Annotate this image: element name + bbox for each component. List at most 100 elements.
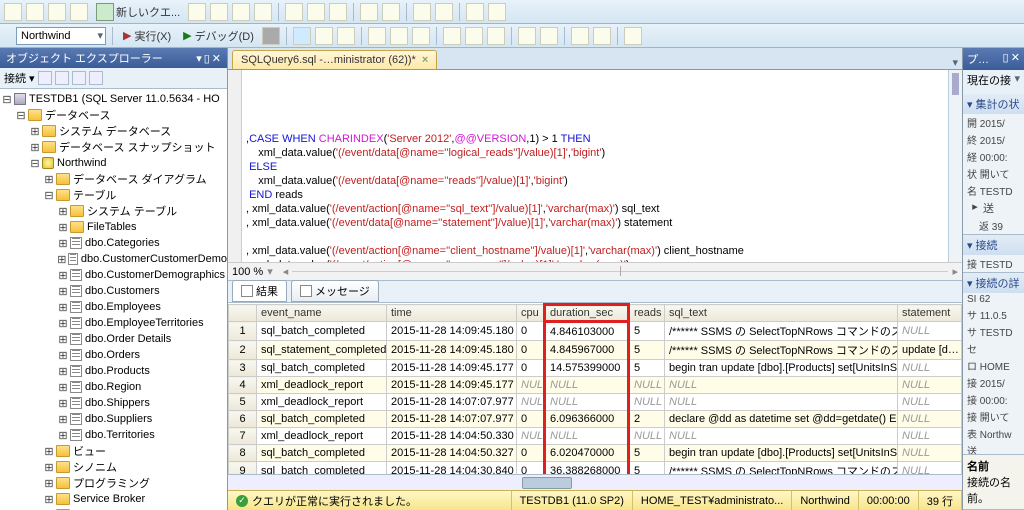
- cell[interactable]: NULL: [545, 394, 629, 411]
- tree-node-northwind[interactable]: Northwind: [57, 157, 107, 169]
- icon-generic[interactable]: [488, 3, 506, 21]
- cell[interactable]: 6.096366000: [545, 411, 629, 428]
- cell[interactable]: NULL: [545, 377, 629, 394]
- tree-node-table[interactable]: dbo.CustomerCustomerDemo: [81, 253, 227, 265]
- expand-icon[interactable]: ⊟: [14, 109, 28, 122]
- cell[interactable]: NULL: [517, 377, 545, 394]
- expand-icon[interactable]: ⊞: [56, 333, 70, 346]
- tree-node[interactable]: Service Broker: [73, 493, 145, 505]
- column-header[interactable]: statement: [898, 305, 962, 322]
- cell[interactable]: 0: [517, 341, 545, 360]
- icon-generic[interactable]: [210, 3, 228, 21]
- close-icon[interactable]: ✕: [1011, 52, 1020, 64]
- expand-icon[interactable]: ⊞: [56, 397, 70, 410]
- tree-node[interactable]: データベース: [45, 107, 110, 123]
- expand-icon[interactable]: ⊞: [42, 445, 56, 458]
- column-header[interactable]: reads: [629, 305, 665, 322]
- icon-generic[interactable]: [48, 3, 66, 21]
- table-row[interactable]: 5xml_deadlock_report2015-11-28 14:07:07.…: [229, 394, 962, 411]
- cell[interactable]: NULL: [665, 428, 898, 445]
- results-grid[interactable]: event_nametimecpuduration_secreadssql_te…: [228, 302, 962, 490]
- cell[interactable]: 7: [229, 428, 257, 445]
- cut-icon[interactable]: [285, 3, 303, 21]
- expand-icon[interactable]: ⊞: [56, 301, 70, 314]
- tree-node[interactable]: FileTables: [87, 221, 137, 233]
- table-row[interactable]: 2sql_statement_completed2015-11-28 14:09…: [229, 341, 962, 360]
- icon-generic[interactable]: [413, 3, 431, 21]
- cell[interactable]: NULL: [629, 394, 665, 411]
- outdent-icon[interactable]: [593, 27, 611, 45]
- cell[interactable]: 3: [229, 360, 257, 377]
- icon-generic[interactable]: [188, 3, 206, 21]
- cell[interactable]: 5: [229, 394, 257, 411]
- copy-icon[interactable]: [307, 3, 325, 21]
- paste-icon[interactable]: [329, 3, 347, 21]
- icon-generic[interactable]: [38, 71, 52, 85]
- close-icon[interactable]: ✕: [212, 52, 221, 65]
- icon-generic[interactable]: [466, 3, 484, 21]
- cell[interactable]: 2015-11-28 14:04:50.330: [387, 428, 517, 445]
- expand-icon[interactable]: ⊟: [0, 93, 14, 106]
- tree-node-table[interactable]: dbo.EmployeeTerritories: [85, 317, 204, 329]
- cell[interactable]: xml_deadlock_report: [257, 428, 387, 445]
- icon-generic[interactable]: [232, 3, 250, 21]
- expand-icon[interactable]: ⊞: [42, 173, 56, 186]
- icon-generic[interactable]: [518, 27, 536, 45]
- chevron-down-icon[interactable]: ▾: [967, 239, 973, 252]
- tree-node[interactable]: ビュー: [73, 443, 106, 459]
- icon-generic[interactable]: [337, 27, 355, 45]
- chevron-down-icon[interactable]: ▾: [967, 277, 973, 290]
- cell[interactable]: update [d…: [898, 341, 962, 360]
- cell[interactable]: NULL: [629, 377, 665, 394]
- cell[interactable]: 2: [629, 411, 665, 428]
- cell[interactable]: 5: [629, 341, 665, 360]
- tree-node-server[interactable]: TESTDB1 (SQL Server 11.0.5634 - HO: [29, 93, 220, 105]
- cell[interactable]: sql_batch_completed: [257, 322, 387, 341]
- tree-node[interactable]: シノニム: [73, 459, 117, 475]
- icon-generic[interactable]: [55, 71, 69, 85]
- tree-node[interactable]: データベース ダイアグラム: [73, 171, 207, 187]
- undo-icon[interactable]: [360, 3, 378, 21]
- table-row[interactable]: 8sql_batch_completed2015-11-28 14:04:50.…: [229, 445, 962, 462]
- indent-icon[interactable]: [571, 27, 589, 45]
- stop-icon[interactable]: [262, 27, 280, 45]
- icon-generic[interactable]: [390, 27, 408, 45]
- icon-generic[interactable]: [315, 27, 333, 45]
- cell[interactable]: NULL: [898, 411, 962, 428]
- expand-icon[interactable]: ⊞: [56, 381, 70, 394]
- tree-node-table[interactable]: dbo.Order Details: [85, 333, 171, 345]
- horizontal-scrollbar[interactable]: [292, 271, 948, 272]
- cell[interactable]: 0: [517, 322, 545, 341]
- column-header[interactable]: [229, 305, 257, 322]
- icon-generic[interactable]: [254, 3, 272, 21]
- icon-generic[interactable]: [624, 27, 642, 45]
- expand-icon[interactable]: ⊟: [42, 189, 56, 202]
- tree-node-table[interactable]: dbo.Shippers: [85, 397, 150, 409]
- cell[interactable]: declare @dd as datetime set @dd=getdate(…: [665, 411, 898, 428]
- tree-node-table[interactable]: dbo.CustomerDemographics: [85, 269, 225, 281]
- pin-icon[interactable]: ▾: [196, 52, 202, 65]
- cell[interactable]: 2: [229, 341, 257, 360]
- cell[interactable]: 2015-11-28 14:07:07.977: [387, 394, 517, 411]
- execute-button[interactable]: ▶ 実行(X): [119, 28, 175, 44]
- pin-icon[interactable]: ▯: [204, 52, 210, 65]
- tree-node[interactable]: システム データベース: [59, 123, 171, 139]
- expand-icon[interactable]: ⊞: [56, 269, 70, 282]
- tree-node-table[interactable]: dbo.Territories: [85, 429, 155, 441]
- table-row[interactable]: 7xml_deadlock_report2015-11-28 14:04:50.…: [229, 428, 962, 445]
- cell[interactable]: 1: [229, 322, 257, 341]
- pin-icon[interactable]: ▯: [1002, 52, 1008, 64]
- icon-generic[interactable]: [443, 27, 461, 45]
- expand-icon[interactable]: ⊞: [56, 349, 70, 362]
- horizontal-scrollbar[interactable]: [228, 474, 962, 490]
- expand-icon[interactable]: ⊞: [56, 253, 68, 266]
- cell[interactable]: 5: [629, 445, 665, 462]
- tree-node-table[interactable]: dbo.Customers: [85, 285, 160, 297]
- cell[interactable]: NULL: [898, 360, 962, 377]
- icon-generic[interactable]: [412, 27, 430, 45]
- tree-node[interactable]: テーブル: [73, 187, 116, 203]
- icon-generic[interactable]: [368, 27, 386, 45]
- redo-icon[interactable]: [382, 3, 400, 21]
- cell[interactable]: 5: [629, 322, 665, 341]
- cell[interactable]: 2015-11-28 14:09:45.177: [387, 377, 517, 394]
